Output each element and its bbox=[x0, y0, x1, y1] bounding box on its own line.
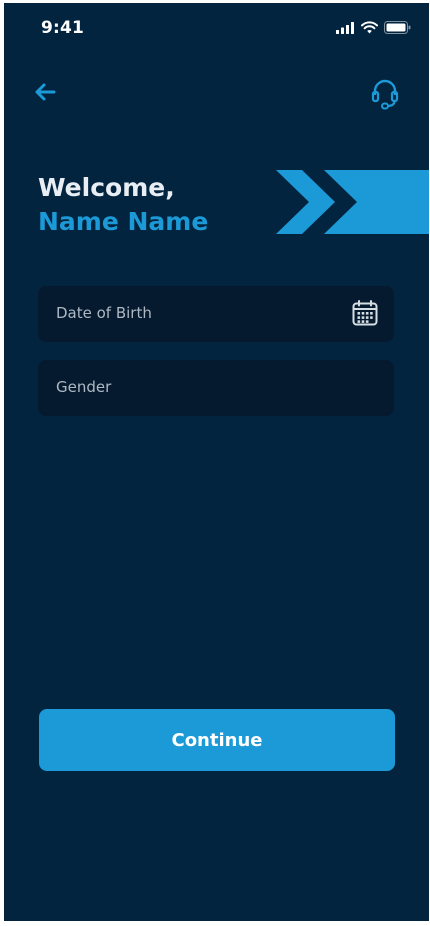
welcome-heading: Welcome, bbox=[38, 173, 175, 202]
welcome-block: Welcome, Name Name bbox=[38, 171, 208, 239]
onboarding-screen: 9:41 Welcome, Name Name Date of Birth Ge… bbox=[4, 3, 429, 921]
headset-icon bbox=[371, 79, 399, 110]
support-button[interactable] bbox=[371, 77, 399, 111]
arrow-left-icon bbox=[35, 83, 56, 101]
status-icons bbox=[336, 21, 411, 34]
calendar-icon[interactable] bbox=[352, 300, 378, 326]
back-button[interactable] bbox=[32, 77, 62, 107]
gender-placeholder: Gender bbox=[56, 378, 112, 396]
date-of-birth-field[interactable]: Date of Birth bbox=[38, 286, 394, 342]
wifi-icon bbox=[361, 21, 378, 34]
date-of-birth-placeholder: Date of Birth bbox=[56, 304, 152, 322]
battery-icon bbox=[384, 21, 411, 34]
gender-field[interactable]: Gender bbox=[38, 360, 394, 416]
status-bar: 9:41 bbox=[4, 3, 429, 57]
continue-button[interactable]: Continue bbox=[39, 709, 395, 771]
user-name: Name Name bbox=[38, 207, 209, 236]
signal-icon bbox=[336, 21, 354, 34]
status-time: 9:41 bbox=[41, 18, 85, 38]
chevron-graphic bbox=[276, 170, 429, 234]
